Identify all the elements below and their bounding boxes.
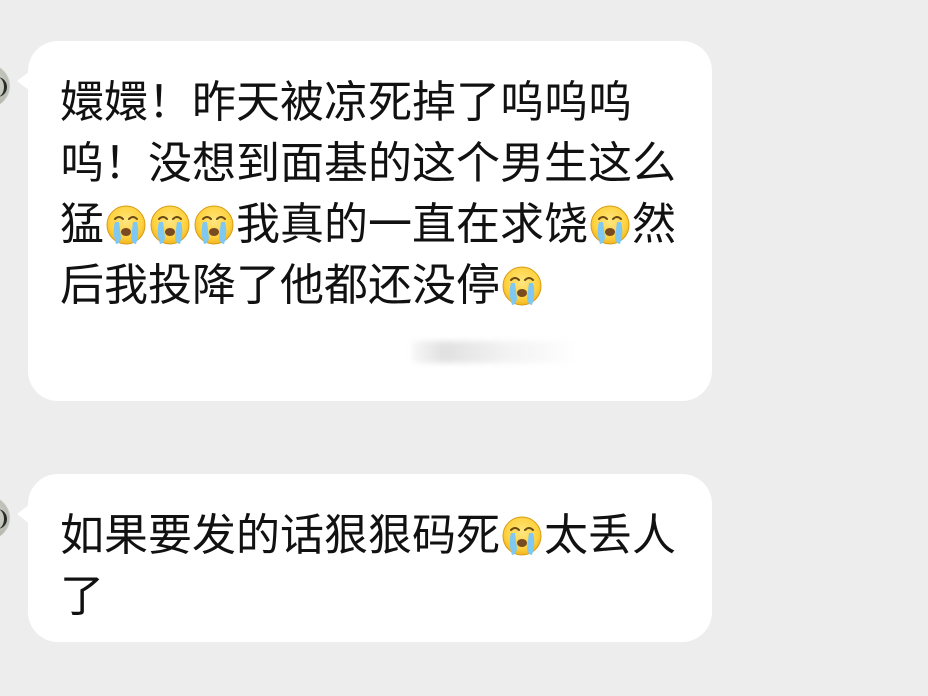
blurred-watermark xyxy=(412,341,572,363)
avatar[interactable] xyxy=(0,64,10,108)
message-text-segment: 我真的一直在求饶 xyxy=(236,199,588,250)
loudly-crying-face-emoji-icon xyxy=(589,204,631,246)
message-text-segment: 如果要发的话狠狠码死 xyxy=(60,510,500,561)
loudly-crying-face-emoji-icon xyxy=(193,204,235,246)
message-bubble[interactable]: 嬛嬛！昨天被凉死掉了呜呜呜呜！没想到面基的这个男生这么猛 我真的一直在求饶 然后我投… xyxy=(17,41,712,401)
avatar[interactable] xyxy=(0,496,10,540)
loudly-crying-face-emoji-icon xyxy=(501,515,543,557)
message-bubble[interactable]: 如果要发的话狠狠码死 太丢人了 xyxy=(17,474,712,642)
message-text: 如果要发的话狠狠码死 太丢人了 xyxy=(60,505,700,627)
loudly-crying-face-emoji-icon xyxy=(501,265,543,307)
message-text: 嬛嬛！昨天被凉死掉了呜呜呜呜！没想到面基的这个男生这么猛 我真的一直在求饶 然后我投… xyxy=(60,72,700,316)
loudly-crying-face-emoji-icon xyxy=(149,204,191,246)
loudly-crying-face-emoji-icon xyxy=(105,204,147,246)
